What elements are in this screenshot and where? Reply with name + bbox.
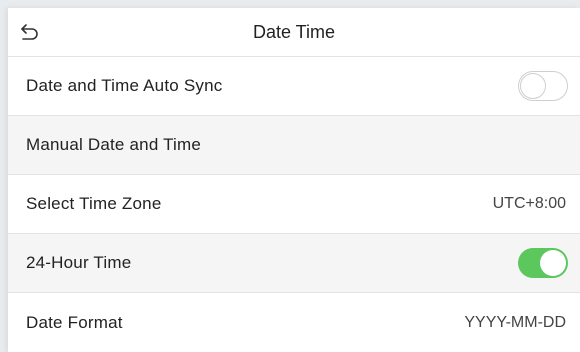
row-label: Date Format (26, 312, 123, 332)
row-label: Date and Time Auto Sync (26, 76, 223, 95)
row-manual-date-time[interactable]: Manual Date and Time (8, 116, 580, 175)
back-button[interactable] (16, 18, 44, 46)
row-label: 24-Hour Time (26, 253, 132, 272)
row-select-time-zone[interactable]: Select Time Zone UTC+8:00 (8, 175, 580, 234)
header-bar: Date Time (8, 8, 580, 57)
page-title: Date Time (252, 22, 336, 42)
time-zone-value: UTC+8:00 (492, 195, 566, 212)
row-label: Select Time Zone (26, 194, 162, 213)
toggle-knob (520, 72, 546, 99)
date-format-value: YYYY-MM-DD (464, 313, 566, 331)
row-date-format[interactable]: Date Format YYYY-MM-DD (8, 293, 580, 352)
toggle-knob (540, 250, 566, 276)
row-label: Manual Date and Time (26, 135, 202, 154)
date-time-screen: Date Time Date and Time Auto Sync Manual… (8, 8, 580, 352)
back-arrow-icon (21, 24, 38, 40)
row-24-hour-time[interactable]: 24-Hour Time (8, 234, 580, 293)
row-date-time-auto-sync[interactable]: Date and Time Auto Sync (8, 57, 580, 116)
auto-sync-toggle[interactable] (518, 71, 568, 101)
24-hour-toggle[interactable] (518, 248, 568, 278)
